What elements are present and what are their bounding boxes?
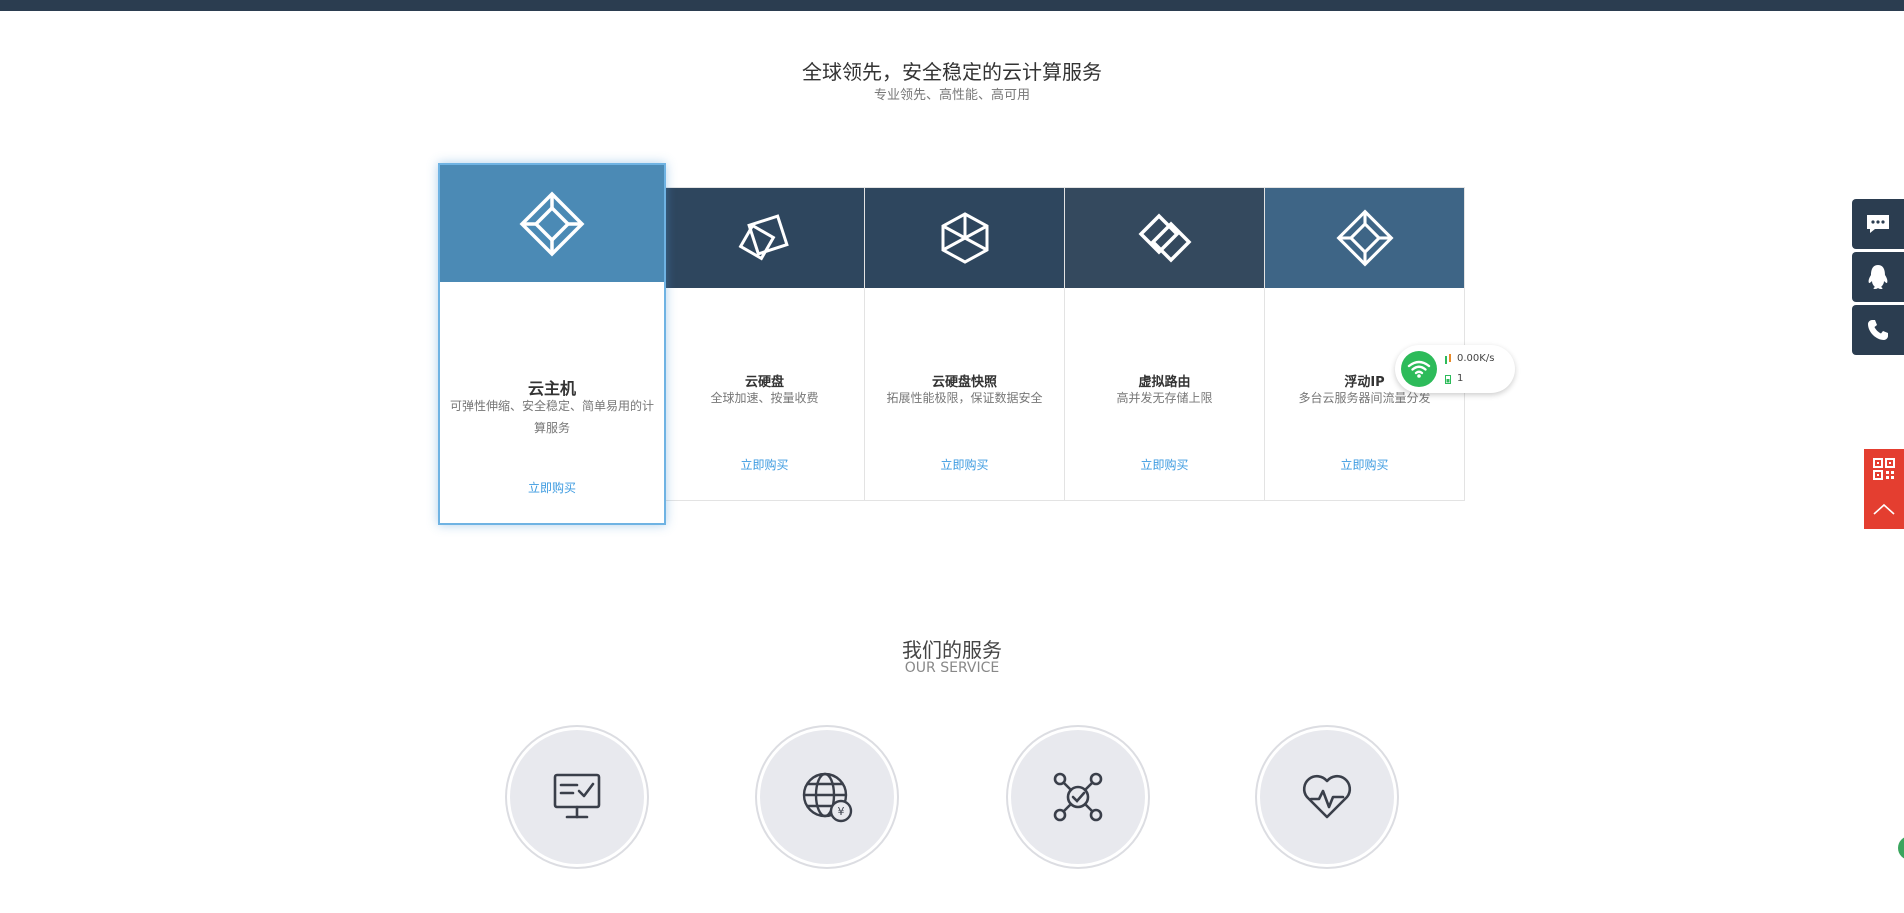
service-global[interactable]: ¥ xyxy=(760,730,894,864)
product-card-virtual-router[interactable]: 虚拟路由 高并发无存储上限 立即购买 xyxy=(1064,187,1265,501)
diamond-logo-icon xyxy=(519,191,585,256)
service-health[interactable] xyxy=(1260,730,1394,864)
product-card-header xyxy=(440,165,664,282)
buy-now-link[interactable]: 立即购买 xyxy=(665,456,864,473)
top-navigation-bar xyxy=(0,0,1904,11)
sidebar-red-panel xyxy=(1864,449,1904,529)
product-description: 高并发无存储上限 xyxy=(1116,391,1213,405)
buy-now-link[interactable]: 立即购买 xyxy=(1065,456,1264,473)
product-card-floating-ip[interactable]: 浮动IP 多台云服务器间流量分发 立即购买 xyxy=(1264,187,1465,501)
monitor-check-icon xyxy=(553,773,601,819)
back-to-top-button[interactable] xyxy=(1864,489,1904,529)
product-card-header xyxy=(1265,188,1464,288)
sidebar-qq-button[interactable] xyxy=(1852,252,1904,302)
section-title: 全球领先，安全稳定的云计算服务 xyxy=(802,60,1102,84)
buy-now-link[interactable]: 立即购买 xyxy=(865,456,1064,473)
product-card-header xyxy=(1065,188,1264,288)
battery-icon xyxy=(1445,375,1451,384)
chat-bubble-icon xyxy=(1867,215,1889,233)
product-card-header xyxy=(665,188,864,288)
buy-now-link[interactable]: 立即购买 xyxy=(440,479,664,496)
product-card-disk-snapshot[interactable]: 云硬盘快照 拓展性能极限，保证数据安全 立即购买 xyxy=(864,187,1065,501)
qr-code-icon xyxy=(1873,458,1895,480)
qr-code-button[interactable] xyxy=(1864,449,1904,489)
services-title: 我们的服务 xyxy=(902,638,1002,662)
edge-float-icon[interactable] xyxy=(1898,836,1904,860)
section-subtitle: 专业领先、高性能、高可用 xyxy=(873,88,1030,103)
up-down-arrows-icon xyxy=(1445,354,1451,364)
sidebar-phone-button[interactable] xyxy=(1852,305,1904,355)
qq-penguin-icon xyxy=(1868,265,1888,289)
globe-yen-icon: ¥ xyxy=(802,772,853,823)
disk-cards-icon xyxy=(738,214,789,261)
network-speed-widget[interactable]: 0.00K/s 1 xyxy=(1395,345,1515,393)
chevron-up-icon xyxy=(1873,503,1895,515)
hexagon-cube-icon xyxy=(941,212,988,264)
service-monitor[interactable] xyxy=(510,730,644,864)
product-cards: 云主机 可弹性伸缩、安全稳定、简单易用的计算服务 立即购买 云硬盘 全球加速、按… xyxy=(438,163,1465,525)
product-card-header xyxy=(865,188,1064,288)
linked-diamonds-icon xyxy=(1138,213,1191,263)
product-description: 拓展性能极限，保证数据安全 xyxy=(886,391,1043,405)
phone-icon xyxy=(1868,320,1888,340)
buy-now-link[interactable]: 立即购买 xyxy=(1265,456,1464,473)
connection-count: 1 xyxy=(1457,373,1464,384)
product-card-cloud-disk[interactable]: 云硬盘 全球加速、按量收费 立即购买 xyxy=(664,187,865,501)
network-speed-value: 0.00K/s xyxy=(1457,353,1495,364)
service-network[interactable] xyxy=(1011,730,1145,864)
wifi-icon xyxy=(1401,351,1437,387)
sidebar-message-button[interactable] xyxy=(1852,199,1904,249)
heart-pulse-icon xyxy=(1302,774,1352,819)
product-description: 可弹性伸缩、安全稳定、简单易用的计算服务 xyxy=(449,399,654,435)
services-subtitle: OUR SERVICE xyxy=(904,660,1000,676)
diamond-logo-icon xyxy=(1335,209,1394,267)
product-card-cloud-host[interactable]: 云主机 可弹性伸缩、安全稳定、简单易用的计算服务 立即购买 xyxy=(438,163,666,525)
network-check-icon xyxy=(1053,772,1103,822)
product-description: 全球加速、按量收费 xyxy=(710,391,819,405)
svg-text:¥: ¥ xyxy=(838,805,845,818)
